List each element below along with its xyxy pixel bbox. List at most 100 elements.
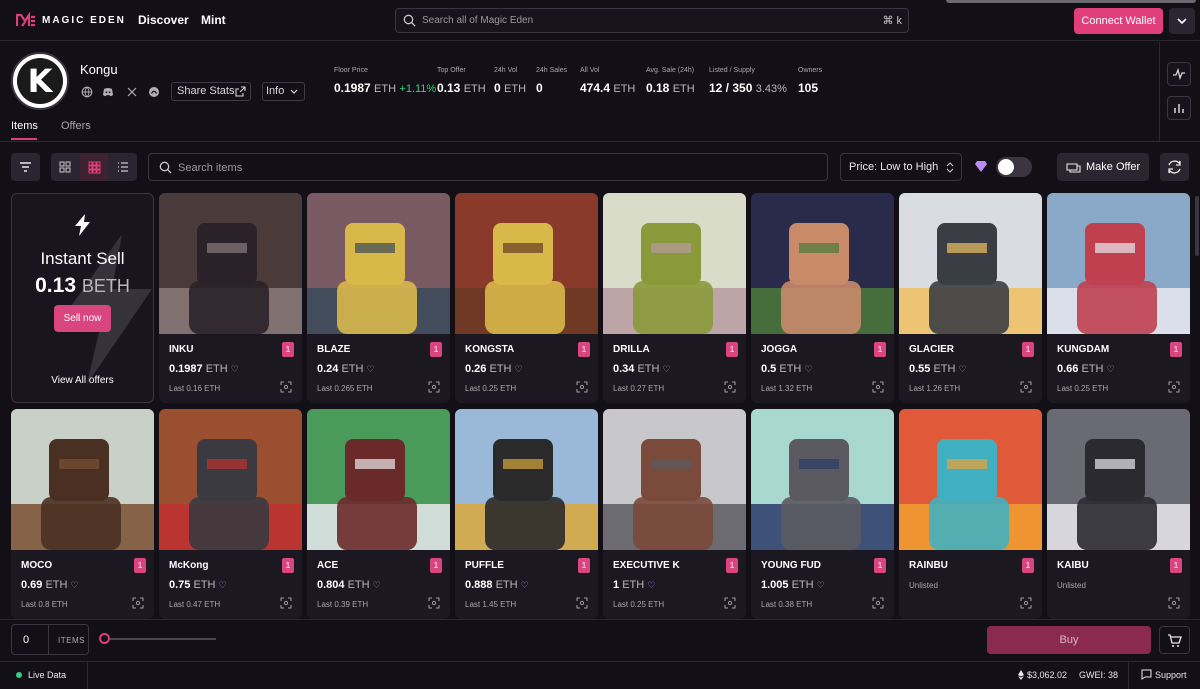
scan-details-icon[interactable] [724, 597, 736, 609]
nft-card[interactable]: KAIBU 1 Unlisted [1047, 409, 1190, 619]
menu-dropdown-button[interactable] [1169, 8, 1195, 34]
nft-image[interactable] [751, 409, 894, 550]
nft-image[interactable] [307, 409, 450, 550]
nft-card[interactable]: McKong 1 0.75 ETH ♡ Last 0.47 ETH [159, 409, 302, 619]
nft-quantity-badge: 1 [874, 558, 886, 573]
scan-details-icon[interactable] [872, 381, 884, 393]
nft-card[interactable]: EXECUTIVE K 1 1 ETH ♡ Last 0.25 ETH [603, 409, 746, 619]
nft-name: KAIBU [1057, 560, 1089, 571]
share-stats-button[interactable]: Share Stats [171, 82, 251, 101]
nft-image[interactable] [603, 193, 746, 334]
nft-quantity-badge: 1 [578, 558, 590, 573]
diamond-reward-icon: ♡ [804, 364, 813, 374]
nft-image[interactable] [307, 193, 450, 334]
info-dropdown-button[interactable]: Info [262, 82, 305, 101]
nft-last-sale: Last 0.27 ETH [613, 384, 665, 393]
eth-icon [1018, 670, 1024, 680]
nft-card[interactable]: YOUNG FUD 1 1.005 ETH ♡ Last 0.38 ETH [751, 409, 894, 619]
nft-image[interactable] [159, 193, 302, 334]
scan-details-icon[interactable] [576, 381, 588, 393]
nft-card[interactable]: KONGSTA 1 0.26 ETH ♡ Last 0.25 ETH [455, 193, 598, 403]
scan-details-icon[interactable] [576, 597, 588, 609]
nft-image[interactable] [899, 409, 1042, 550]
sweep-slider-track[interactable] [104, 638, 216, 640]
items-quantity-input[interactable]: 0 ITEMS [11, 624, 89, 655]
nft-card[interactable]: KUNGDAM 1 0.66 ETH ♡ Last 0.25 ETH [1047, 193, 1190, 403]
x-twitter-icon[interactable] [126, 86, 138, 98]
scan-details-icon[interactable] [280, 381, 292, 393]
view-all-offers-link[interactable]: View All offers [12, 375, 153, 386]
refresh-button[interactable] [1160, 153, 1189, 181]
diamond-rewards-toggle[interactable] [996, 157, 1032, 177]
nft-image[interactable] [603, 409, 746, 550]
nft-card[interactable]: DRILLA 1 0.34 ETH ♡ Last 0.27 ETH [603, 193, 746, 403]
nft-card[interactable]: RAINBU 1 Unlisted [899, 409, 1042, 619]
nft-card[interactable]: MOCO 1 0.69 ETH ♡ Last 0.8 ETH [11, 409, 154, 619]
quantity-value: 0 [23, 634, 30, 646]
nft-art [159, 409, 302, 550]
sell-now-button[interactable]: Sell now [54, 305, 111, 332]
scrollbar[interactable] [1195, 196, 1199, 256]
marketplace-icon[interactable] [148, 86, 160, 98]
diamond-reward-icon: ♡ [520, 580, 529, 590]
nft-card[interactable]: PUFFLE 1 0.888 ETH ♡ Last 1.45 ETH [455, 409, 598, 619]
scan-details-icon[interactable] [1168, 597, 1180, 609]
nft-card[interactable]: BLAZE 1 0.24 ETH ♡ Last 0.265 ETH [307, 193, 450, 403]
scan-details-icon[interactable] [872, 597, 884, 609]
nft-image[interactable] [899, 193, 1042, 334]
chevron-down-icon [290, 89, 298, 94]
tab-items[interactable]: Items [11, 120, 38, 132]
search-items-placeholder: Search items [178, 162, 243, 174]
cart-button[interactable] [1159, 626, 1190, 654]
nav-discover-link[interactable]: Discover [138, 13, 189, 27]
scan-details-icon[interactable] [428, 597, 440, 609]
nft-image[interactable] [455, 193, 598, 334]
nft-image[interactable] [1047, 409, 1190, 550]
nft-last-sale: Last 0.8 ETH [21, 600, 68, 609]
nft-card[interactable]: ACE 1 0.804 ETH ♡ Last 0.39 ETH [307, 409, 450, 619]
scan-details-icon[interactable] [428, 381, 440, 393]
connect-wallet-button[interactable]: Connect Wallet [1074, 8, 1163, 34]
support-link[interactable]: Support [1155, 670, 1187, 680]
nft-card[interactable]: INKU 1 0.1987 ETH ♡ Last 0.16 ETH [159, 193, 302, 403]
analytics-button[interactable] [1167, 96, 1191, 120]
nft-quantity-badge: 1 [430, 558, 442, 573]
nft-last-sale: Last 0.16 ETH [169, 384, 221, 393]
nft-image[interactable] [159, 409, 302, 550]
grid-large-icon[interactable] [51, 153, 79, 181]
global-search-input[interactable]: Search all of Magic Eden ⌘ k [395, 8, 909, 33]
nft-art [1047, 409, 1190, 550]
scan-details-icon[interactable] [132, 597, 144, 609]
website-globe-icon[interactable] [81, 86, 93, 98]
nft-card[interactable]: GLACIER 1 0.55 ETH ♡ Last 1.26 ETH [899, 193, 1042, 403]
nft-image[interactable] [455, 409, 598, 550]
nft-image[interactable] [11, 409, 154, 550]
tab-offers[interactable]: Offers [61, 120, 91, 132]
buy-button[interactable]: Buy [987, 626, 1151, 654]
make-offer-button[interactable]: Make Offer [1057, 153, 1149, 181]
sweep-slider-handle[interactable] [99, 633, 110, 644]
activity-chart-button[interactable] [1167, 62, 1191, 86]
scan-details-icon[interactable] [1020, 597, 1032, 609]
discord-icon[interactable] [102, 86, 114, 98]
sort-select[interactable]: Price: Low to High [840, 153, 962, 181]
scan-details-icon[interactable] [1168, 381, 1180, 393]
nft-last-sale: Last 1.26 ETH [909, 384, 961, 393]
magic-eden-logo[interactable]: MAGIC EDEN [16, 12, 126, 28]
toggle-knob [998, 159, 1014, 175]
scan-details-icon[interactable] [1020, 381, 1032, 393]
filter-button[interactable] [11, 153, 40, 181]
nft-art [899, 193, 1042, 334]
nft-image[interactable] [1047, 193, 1190, 334]
scan-details-icon[interactable] [724, 381, 736, 393]
grid-small-view-button[interactable] [80, 153, 108, 181]
make-offer-label: Make Offer [1086, 161, 1141, 173]
nav-mint-link[interactable]: Mint [201, 13, 226, 27]
nft-card[interactable]: JOGGA 1 0.5 ETH ♡ Last 1.32 ETH [751, 193, 894, 403]
nft-price: 0.26 ETH ♡ [465, 363, 523, 375]
scan-details-icon[interactable] [280, 597, 292, 609]
search-items-input[interactable]: Search items [148, 153, 828, 181]
nft-quantity-badge: 1 [134, 558, 146, 573]
nft-image[interactable] [751, 193, 894, 334]
list-view-icon[interactable] [109, 153, 137, 181]
